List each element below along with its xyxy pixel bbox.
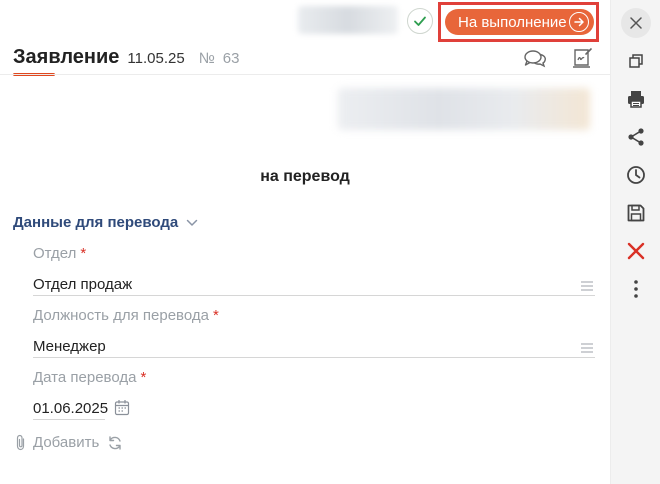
position-label: Должность для перевода * [33,307,219,324]
delete-button[interactable] [623,238,649,264]
header-divider [0,74,610,75]
actions-rail [610,0,660,484]
calendar-icon [114,400,130,416]
department-field[interactable]: Отдел продаж [33,276,132,293]
document-number: 63 [222,50,240,67]
add-attachment-row: Добавить [15,434,123,451]
department-underline [33,295,595,296]
print-icon [628,91,644,108]
position-underline [33,357,595,358]
position-label-text: Должность для перевода [33,307,209,324]
more-button[interactable] [623,276,649,302]
comments-button[interactable] [522,48,548,75]
history-icon [627,166,645,184]
save-button[interactable] [623,200,649,226]
delete-icon [627,242,645,260]
required-mark: * [140,369,147,386]
document-panel: На выполнение Заявление 11.05.25 № 63 на… [0,0,610,484]
copy-button[interactable] [623,48,649,74]
required-mark: * [80,245,87,262]
close-button[interactable] [621,8,651,38]
document-subtitle: на перевод [260,168,350,185]
transfer-date-label: Дата перевода * [33,369,146,386]
print-button[interactable] [623,86,649,112]
approve-button[interactable] [407,8,433,34]
date-picker-button[interactable] [114,399,130,421]
transfer-date-underline [33,419,105,420]
department-label: Отдел * [33,245,86,262]
paperclip-icon [16,434,25,451]
section-toggle[interactable]: Данные для перевода [13,214,198,231]
share-icon [628,128,644,146]
share-button[interactable] [623,124,649,150]
comment-icon [524,50,546,68]
copy-icon [629,54,643,68]
chevron-down-icon [186,219,198,226]
more-icon [634,280,638,298]
sign-document-icon [573,48,592,68]
arrow-right-icon [569,12,589,32]
department-label-text: Отдел [33,245,77,262]
document-title: Заявление [13,46,120,68]
execute-button[interactable]: На выполнение [445,9,594,35]
required-mark: * [212,307,219,324]
recipient-blurred [338,88,590,130]
list-menu-icon [581,281,593,291]
close-icon [630,17,642,29]
add-attachment-button[interactable]: Добавить [33,434,99,451]
check-icon [414,16,426,26]
transfer-date-field[interactable]: 01.06.2025 [33,400,108,417]
save-icon [627,204,645,222]
refresh-icon[interactable] [107,435,123,451]
position-field[interactable]: Менеджер [33,338,106,355]
user-avatar-blurred [298,6,398,34]
transfer-date-label-text: Дата перевода [33,369,137,386]
execute-button-label: На выполнение [458,13,567,31]
list-menu-icon [581,343,593,353]
section-title: Данные для перевода [13,214,179,231]
document-title-row: Заявление 11.05.25 № 63 [13,46,239,69]
document-date: 11.05.25 [127,50,185,67]
sign-document-button[interactable] [570,46,594,75]
document-number-sign: № [198,50,215,67]
history-button[interactable] [623,162,649,188]
